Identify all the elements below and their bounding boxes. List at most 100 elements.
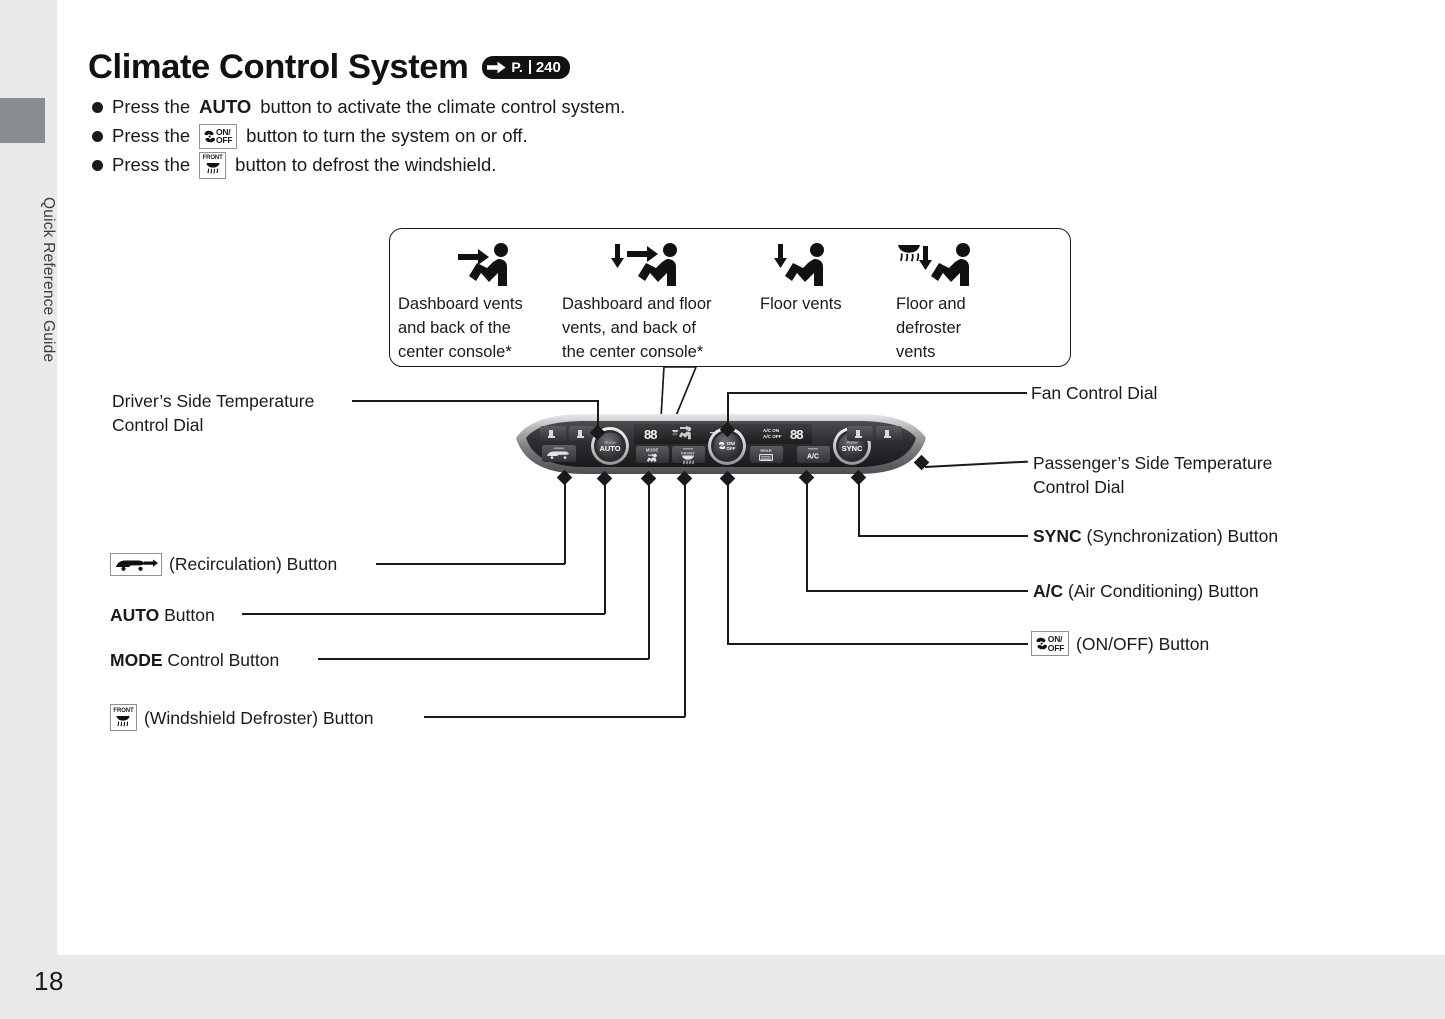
dashboard-and-floor-vent-icon bbox=[611, 243, 677, 286]
front-defroster-icon: FRONT bbox=[199, 151, 227, 179]
vent-line: vents bbox=[896, 343, 936, 361]
label-line: Control Dial bbox=[112, 415, 204, 435]
leader-passenger-dial bbox=[924, 460, 1028, 468]
page-reference-badge[interactable]: P. 240 bbox=[482, 55, 570, 79]
fan-blades-icon bbox=[204, 130, 215, 142]
intro-bullet-defroster: Press the FRONT button to defrost the wi… bbox=[92, 151, 625, 179]
vent-line: and back of the bbox=[398, 319, 511, 337]
page-number: 18 bbox=[34, 966, 64, 996]
front-defroster-button-label: FRONT bbox=[681, 451, 695, 456]
leader-recirc-h bbox=[376, 563, 565, 565]
intro-text-after: button to activate the climate control s… bbox=[260, 96, 626, 117]
sidebar-tab-marker bbox=[0, 98, 45, 143]
ac-on-indicator: A/C ON bbox=[763, 428, 780, 433]
intro-text-before: Press the bbox=[112, 96, 191, 117]
vent-line: Floor vents bbox=[760, 295, 842, 313]
label-line: Fan Control Dial bbox=[1031, 383, 1158, 403]
leader-ac-h bbox=[806, 590, 1028, 592]
bullet-dot-icon bbox=[92, 101, 103, 113]
leader-onoff-h bbox=[727, 643, 1028, 645]
recirculation-car-icon bbox=[110, 552, 162, 576]
label-ac-button: A/C (Air Conditioning) Button bbox=[1033, 579, 1259, 603]
label-mode-control-button: MODE Control Button bbox=[110, 648, 279, 672]
leader-ac-v bbox=[806, 477, 808, 590]
vent-text-floor-defroster: Floor and defroster vents bbox=[896, 292, 1036, 364]
leader-sync-h bbox=[858, 535, 1028, 537]
vent-line: Dashboard and floor bbox=[562, 295, 712, 313]
label-bold: A/C bbox=[1033, 581, 1064, 601]
page-title: Climate Control System bbox=[88, 48, 469, 86]
vent-line: vents, and back of bbox=[562, 319, 696, 337]
intro-text-after: button to turn the system on or off. bbox=[246, 125, 528, 146]
leader-onoff-v bbox=[727, 480, 729, 644]
reference-page-number: 240 bbox=[535, 58, 561, 76]
bullet-dot-icon bbox=[92, 159, 103, 171]
climate-control-panel-image: PUSH AUTO 88 A/C ON A/C OFF 88 MODE FRON… bbox=[514, 408, 928, 480]
leader-recirc-v bbox=[564, 477, 566, 564]
dashboard-vent-icon bbox=[458, 243, 508, 286]
vent-line: Dashboard vents bbox=[398, 295, 523, 313]
leader-mode-v bbox=[648, 480, 650, 659]
label-passengers-side-temperature-control-dial: Passenger’s Side Temperature Control Dia… bbox=[1033, 451, 1272, 499]
front-defroster-icon: FRONT bbox=[110, 704, 137, 731]
bullet-dot-icon bbox=[92, 130, 103, 142]
vent-line: Floor and bbox=[896, 295, 966, 313]
left-temperature-display: 88 bbox=[644, 427, 657, 442]
label-line: Control Dial bbox=[1033, 477, 1125, 497]
leader-fan-dial-h bbox=[727, 392, 1027, 394]
floor-and-defroster-vent-icon bbox=[898, 243, 970, 286]
page-footer bbox=[0, 955, 1445, 1019]
defroster-windshield-glyph bbox=[206, 163, 220, 174]
vent-column-floor: Floor vents bbox=[760, 242, 885, 316]
right-temperature-display: 88 bbox=[790, 427, 803, 442]
page-title-row: Climate Control System P. 240 bbox=[88, 50, 570, 85]
label-bold: AUTO bbox=[110, 605, 160, 625]
mode-button-label: MODE bbox=[646, 448, 659, 453]
label-on-off-button: ON/ OFF (ON/OFF) Button bbox=[1031, 631, 1209, 656]
intro-text-before: Press the bbox=[112, 125, 191, 146]
vent-column-dashboard-floor: Dashboard and floor vents, and back of t… bbox=[562, 242, 752, 364]
label-text: (Windshield Defroster) Button bbox=[144, 707, 374, 728]
vent-line: center console* bbox=[398, 343, 512, 361]
leader-auto-h bbox=[242, 613, 605, 615]
leader-defroster-v bbox=[684, 480, 686, 717]
ac-button-label: A/C bbox=[807, 454, 819, 461]
intro-bullet-auto: Press the AUTO button to activate the cl… bbox=[92, 94, 625, 120]
ac-off-indicator: A/C OFF bbox=[763, 434, 782, 439]
intro-text-after: button to defrost the windshield. bbox=[235, 154, 497, 175]
label-recirculation-button: (Recirculation) Button bbox=[110, 552, 337, 576]
label-text: (Recirculation) Button bbox=[169, 554, 338, 574]
label-bold: MODE bbox=[110, 650, 163, 670]
label-text: Control Button bbox=[162, 650, 280, 670]
fan-dial-off-label: OFF bbox=[726, 446, 735, 451]
vent-line: defroster bbox=[896, 319, 962, 337]
fan-on-off-icon: ON/ OFF bbox=[1031, 631, 1069, 656]
label-line: Passenger’s Side Temperature bbox=[1033, 453, 1273, 473]
leader-defroster-h bbox=[424, 716, 685, 718]
floor-vent-icon bbox=[774, 243, 824, 286]
label-drivers-side-temperature-control-dial: Driver’s Side Temperature Control Dial bbox=[112, 389, 314, 437]
leader-auto-v bbox=[604, 480, 606, 614]
intro-text-before: Press the bbox=[112, 154, 191, 175]
vent-mode-callout-box: Dashboard vents and back of the center c… bbox=[389, 228, 1071, 367]
vent-column-floor-defroster: Floor and defroster vents bbox=[896, 242, 1036, 364]
sync-dial-label: SYNC bbox=[842, 444, 863, 453]
reference-prefix: P. bbox=[511, 60, 531, 75]
rear-defogger-button-label: REAR bbox=[760, 448, 771, 453]
sidebar-tab: Quick Reference Guide bbox=[0, 0, 57, 955]
label-text: (ON/OFF) Button bbox=[1076, 633, 1210, 654]
leader-mode-h bbox=[318, 658, 649, 660]
sidebar-tab-label: Quick Reference Guide bbox=[40, 197, 57, 363]
label-sync-button: SYNC (Synchronization) Button bbox=[1033, 524, 1278, 548]
label-text: (Air Conditioning) Button bbox=[1063, 581, 1259, 601]
intro-bullet-onoff: Press the ON/ OFF button to turn the sys… bbox=[92, 123, 625, 149]
auto-dial-label: AUTO bbox=[599, 444, 620, 453]
vent-text-floor: Floor vents bbox=[760, 292, 885, 316]
label-fan-control-dial: Fan Control Dial bbox=[1031, 381, 1157, 405]
vent-column-dashboard: Dashboard vents and back of the center c… bbox=[398, 242, 560, 364]
vent-text-dashboard: Dashboard vents and back of the center c… bbox=[398, 292, 560, 364]
intro-bold-auto: AUTO bbox=[199, 96, 252, 117]
label-windshield-defroster-button: FRONT (Windshield Defroster) Button bbox=[110, 704, 374, 731]
label-text: (Synchronization) Button bbox=[1081, 526, 1279, 546]
leader-drivers-dial-h bbox=[352, 400, 598, 402]
